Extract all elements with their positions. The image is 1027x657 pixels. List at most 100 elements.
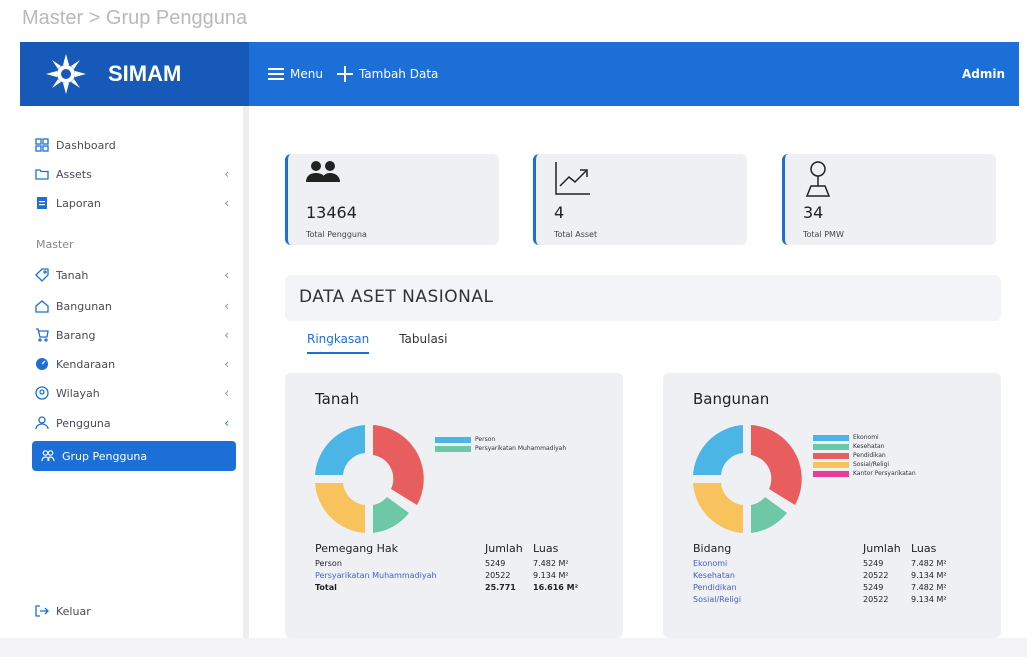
column-header: Bidang: [693, 541, 732, 555]
legend-label: Kantor Persyarikatan: [853, 470, 916, 477]
legend-item: Kesehatan: [813, 442, 916, 451]
chevron-left-icon: ‹: [224, 386, 229, 400]
sidebar-item-pengguna[interactable]: Pengguna ‹: [34, 412, 239, 434]
bangunan-panel: Bangunan Ekonomi Kesehatan Pendidikan So…: [663, 373, 1001, 638]
donut-slice: [693, 425, 743, 475]
donut-slice: [315, 483, 365, 533]
breadcrumb: Master > Grup Pengguna: [22, 7, 248, 29]
sidebar-item-laporan[interactable]: Laporan ‹: [34, 192, 239, 214]
sidebar: Dashboard Assets ‹ Laporan ‹ Master Tana…: [20, 106, 249, 638]
table-cell: Person: [315, 558, 342, 568]
sidebar-item-label: Dashboard: [56, 138, 116, 152]
app-name: SIMAM: [108, 61, 182, 86]
hamburger-icon: [268, 68, 284, 80]
legend-item: Pendidikan: [813, 451, 916, 460]
sidebar-item-bangunan[interactable]: Bangunan ‹: [34, 295, 239, 317]
table-cell: 20522: [485, 570, 511, 580]
plus-icon: [336, 66, 353, 82]
speedometer-icon: [34, 356, 50, 372]
sidebar-item-kendaraan[interactable]: Kendaraan ‹: [34, 353, 239, 375]
tab-ringkasan[interactable]: Ringkasan: [307, 332, 370, 354]
stat-card-asset: 4 Total Asset: [533, 154, 747, 245]
column-header: Jumlah: [485, 541, 523, 555]
legend-label: Sosial/Religi: [853, 461, 890, 468]
table-header: Bidang Jumlah Luas: [693, 539, 983, 557]
logout-button[interactable]: Keluar: [34, 600, 239, 622]
legend-swatch: [813, 461, 849, 468]
sidebar-section-master: Master: [36, 238, 74, 251]
add-data-button[interactable]: Tambah Data: [336, 66, 438, 82]
sidebar-item-wilayah[interactable]: Wilayah ‹: [34, 382, 239, 404]
table-cell-link[interactable]: Persyarikatan Muhammadiyah: [315, 571, 485, 580]
donut-slice: [751, 497, 787, 533]
legend-swatch: [435, 445, 471, 452]
stat-value: 13464: [306, 203, 357, 222]
section-header: DATA ASET NASIONAL: [285, 275, 1001, 321]
legend-swatch: [813, 452, 849, 459]
stat-label: Total Pengguna: [306, 230, 367, 239]
sidebar-item-label: Bangunan: [56, 299, 112, 313]
stat-label: Total Asset: [554, 230, 598, 239]
bottom-strip: [0, 638, 1027, 657]
logo-icon: [46, 54, 86, 94]
chart-legend: Ekonomi Kesehatan Pendidikan Sosial/Reli…: [813, 433, 916, 478]
donut-slice: [373, 425, 424, 505]
dashboard-icon: [34, 137, 50, 153]
table-cell-link[interactable]: Kesehatan: [693, 571, 863, 580]
sidebar-item-label: Kendaraan: [56, 357, 116, 371]
tanah-panel: Tanah Person Persyarikatan Muhammadiyah …: [285, 373, 623, 638]
table-row: Persyarikatan Muhammadiyah 20522 9.134 M…: [315, 569, 605, 581]
tanah-table: Pemegang Hak Jumlah Luas Person 5249 7.4…: [315, 539, 605, 593]
legend-swatch: [435, 436, 471, 443]
donut-slice: [751, 425, 802, 505]
sidebar-item-dashboard[interactable]: Dashboard: [34, 134, 239, 156]
table-row: Kesehatan 20522 9.134 M²: [693, 569, 983, 581]
table-cell-link[interactable]: Ekonomi: [693, 559, 863, 568]
user-menu[interactable]: Admin: [962, 42, 1005, 106]
sidebar-item-grup-pengguna[interactable]: Grup Pengguna: [32, 441, 236, 471]
sidebar-item-label: Pengguna: [56, 416, 111, 430]
menu-label: Menu: [290, 67, 323, 81]
donut-slice: [693, 483, 743, 533]
sidebar-item-barang[interactable]: Barang ‹: [34, 324, 239, 346]
table-cell-link[interactable]: Pendidikan: [693, 583, 863, 592]
legend-item: Ekonomi: [813, 433, 916, 442]
table-cell: 5249: [863, 558, 884, 568]
legend-item: Persyarikatan Muhammadiyah: [435, 444, 566, 453]
chevron-left-icon: ‹: [224, 299, 229, 313]
table-cell: Total: [315, 582, 337, 592]
table-cell: 7.482 M²: [911, 582, 947, 592]
sidebar-item-tanah[interactable]: Tanah ‹: [34, 264, 239, 286]
donut-slice: [373, 497, 409, 533]
sidebar-item-label: Assets: [56, 167, 92, 181]
sidebar-item-label: Barang: [56, 328, 96, 342]
legend-label: Persyarikatan Muhammadiyah: [475, 445, 567, 452]
legend-label: Ekonomi: [853, 434, 879, 441]
menu-button[interactable]: Menu: [268, 67, 323, 81]
sidebar-item-label: Laporan: [56, 196, 101, 210]
main-content: 13464 Total Pengguna 4 Total Asset 34 To…: [255, 106, 1019, 638]
column-header: Pemegang Hak: [315, 541, 399, 555]
table-cell: 5249: [863, 582, 884, 592]
brand[interactable]: SIMAM: [20, 42, 249, 106]
table-cell-link[interactable]: Sosial/Religi: [693, 595, 863, 604]
table-cell: 20522: [863, 570, 889, 580]
legend-label: Kesehatan: [853, 443, 885, 450]
stat-label: Total PMW: [803, 230, 844, 239]
table-cell: 9.134 M²: [533, 570, 569, 580]
stat-value: 34: [803, 203, 824, 222]
sidebar-item-label: Tanah: [56, 268, 89, 282]
table-cell: 20522: [863, 594, 889, 604]
table-row: Person 5249 7.482 M²: [315, 557, 605, 569]
tanah-donut-chart: [315, 425, 424, 533]
map-pin-icon: [805, 161, 831, 197]
legend-swatch: [813, 443, 849, 450]
column-header: Jumlah: [863, 541, 901, 555]
table-cell: 9.134 M²: [911, 594, 947, 604]
bangunan-table: Bidang Jumlah Luas Ekonomi 5249 7.482 M²…: [693, 539, 983, 605]
tab-tabulasi[interactable]: Tabulasi: [399, 332, 447, 354]
folder-icon: [34, 166, 50, 182]
sidebar-item-assets[interactable]: Assets ‹: [34, 163, 239, 185]
column-header: Luas: [533, 541, 559, 555]
chart-up-icon: [555, 162, 590, 195]
